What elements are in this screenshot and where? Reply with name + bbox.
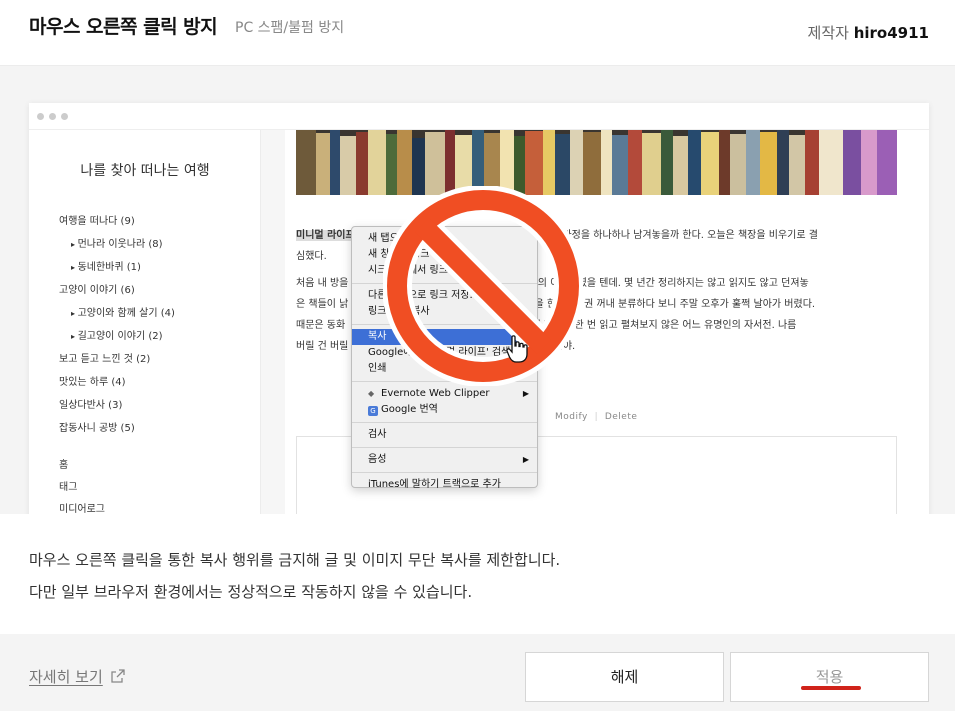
menu-divider bbox=[352, 472, 537, 473]
category-item: 길고양이 이야기 (2) bbox=[59, 325, 175, 348]
window-dot-icon bbox=[61, 113, 68, 120]
description-line: 다만 일부 브라우저 환경에서는 정상적으로 작동하지 않을 수 있습니다. bbox=[29, 583, 473, 601]
category-item: 잡동사니 공방 (5) bbox=[59, 423, 135, 434]
release-button[interactable]: 해제 bbox=[525, 652, 724, 702]
menu-item: 미디어로그 bbox=[59, 504, 105, 514]
selected-text[interactable]: 미니멀 라이프 bbox=[296, 230, 355, 241]
category-item: 동네한바퀴 (1) bbox=[59, 256, 175, 279]
window-dot-icon bbox=[37, 113, 44, 120]
footer: 자세히 보기 해제 적용 bbox=[0, 634, 955, 711]
context-menu-item-speech[interactable]: 음성 ▶ bbox=[352, 452, 537, 468]
category-item: 여행을 떠나다 (9) bbox=[59, 216, 135, 227]
description: 마우스 오른쪽 클릭을 통한 복사 행위를 금지해 글 및 이미지 무단 복사를… bbox=[29, 544, 560, 608]
delete-link[interactable]: Delete bbox=[605, 412, 638, 422]
plugin-title: 마우스 오른쪽 클릭 방지 bbox=[29, 16, 218, 38]
context-menu-label: 음성 bbox=[368, 454, 387, 465]
details-link[interactable]: 자세히 보기 bbox=[29, 666, 103, 687]
context-menu-item[interactable]: iTunes에 말하기 트랙으로 추가 bbox=[352, 477, 537, 493]
context-menu-item-translate[interactable]: G Google 번역 bbox=[352, 402, 537, 418]
category-item: 먼나라 이웃나라 (8) bbox=[59, 233, 175, 256]
submenu-arrow-icon: ▶ bbox=[522, 389, 529, 398]
category-item: 맛있는 하루 (4) bbox=[59, 377, 126, 388]
browser-titlebar bbox=[29, 103, 929, 130]
menu-divider bbox=[352, 447, 537, 448]
blog-sidebar: 나를 찾아 떠나는 여행 여행을 떠나다 (9) 먼나라 이웃나라 (8) 동네… bbox=[29, 130, 261, 514]
blog-title: 나를 찾아 떠나는 여행 bbox=[80, 163, 210, 179]
window-dot-icon bbox=[49, 113, 56, 120]
menu-divider bbox=[352, 422, 537, 423]
prohibited-icon bbox=[383, 186, 583, 386]
post-text: 심했다. bbox=[296, 251, 327, 262]
menu-item: 태그 bbox=[59, 482, 78, 493]
category-item: 보고 듣고 느낀 것 (2) bbox=[59, 354, 151, 365]
external-link-icon[interactable] bbox=[111, 669, 125, 683]
context-menu-item[interactable]: 검사 bbox=[352, 427, 537, 443]
context-menu-label: Google 번역 bbox=[381, 404, 438, 415]
author-name: hiro4911 bbox=[853, 24, 929, 42]
sidebar-gutter bbox=[261, 130, 285, 514]
author-label: 제작자 bbox=[807, 24, 849, 42]
category-item: 일상다반사 (3) bbox=[59, 400, 123, 411]
author-info: 제작자 hiro4911 bbox=[808, 22, 929, 43]
category-list: 여행을 떠나다 (9) 먼나라 이웃나라 (8) 동네한바퀴 (1) 고양이 이… bbox=[59, 210, 175, 440]
submenu-arrow-icon: ▶ bbox=[522, 455, 529, 464]
blog-menu: 홈 태그 미디어로그 bbox=[59, 455, 105, 514]
post-actions: Modify | Delete bbox=[555, 412, 638, 422]
description-line: 마우스 오른쪽 클릭을 통한 복사 행위를 금지해 글 및 이미지 무단 복사를… bbox=[29, 551, 561, 569]
google-translate-icon: G bbox=[368, 406, 378, 416]
context-menu-item-evernote[interactable]: ◆ Evernote Web Clipper ▶ bbox=[352, 386, 537, 402]
evernote-icon: ◆ bbox=[368, 389, 375, 398]
hand-cursor-icon bbox=[506, 335, 528, 363]
apply-button[interactable]: 적용 bbox=[730, 652, 929, 702]
category-item: 고양이 이야기 (6) bbox=[59, 285, 135, 296]
plugin-category: PC 스팸/불펌 방지 bbox=[235, 20, 345, 36]
context-menu-label: Evernote Web Clipper bbox=[381, 388, 490, 399]
menu-item: 홈 bbox=[59, 460, 69, 471]
header: 마우스 오른쪽 클릭 방지 PC 스팸/불펌 방지 제작자 hiro4911 bbox=[0, 0, 955, 66]
modify-link[interactable]: Modify bbox=[555, 412, 588, 422]
category-item: 고양이와 함께 살기 (4) bbox=[59, 302, 175, 325]
apply-highlight-underline bbox=[801, 686, 861, 690]
